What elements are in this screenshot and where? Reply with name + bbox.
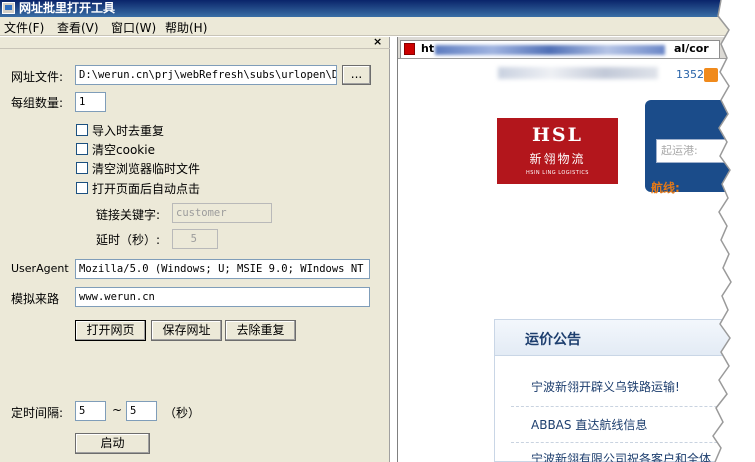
tab-title-start: ht (421, 42, 435, 55)
browser-tab[interactable]: ht al/cor (400, 40, 720, 58)
checkbox-auto-click[interactable] (76, 182, 88, 194)
menu-help[interactable]: 帮助(H) (165, 19, 207, 36)
checkbox-auto-click-label: 打开页面后自动点击 (92, 182, 201, 196)
close-icon[interactable]: × (373, 35, 382, 48)
checkbox-clear-cookie-label: 清空cookie (92, 143, 155, 157)
logo-main-text: HSL (531, 124, 584, 146)
interval-label: 定时间隔: (11, 406, 64, 420)
referer-label: 模拟来路 (11, 292, 60, 306)
useragent-label: UserAgent (11, 262, 69, 275)
checkbox-clear-temp-label: 清空浏览器临时文件 (92, 162, 201, 176)
remove-duplicates-button[interactable]: 去除重复 (225, 320, 296, 341)
browse-button[interactable]: ... (342, 65, 371, 85)
browser-view: ht al/cor 1352 HSL 新翎物流 HSIN LING LOGIST… (397, 37, 755, 462)
checkbox-clear-temp-files[interactable] (76, 162, 88, 174)
menu-file[interactable]: 文件(F) (4, 19, 44, 36)
company-logo: HSL 新翎物流 HSIN LING LOGISTICS (497, 118, 618, 184)
interval-unit: （秒） (164, 406, 201, 420)
referer-input[interactable]: www.werun.cn (75, 287, 370, 307)
notice-item-1[interactable]: 宁波新翎开辟义乌铁路运输! (531, 378, 680, 395)
logo-chinese-text: 新翎物流 (529, 152, 586, 166)
open-pages-button[interactable]: 打开网页 (75, 320, 146, 341)
panel-header: × (0, 35, 390, 49)
interval-to-input[interactable]: 5 (126, 401, 157, 421)
menu-window[interactable]: 窗口(W) (111, 19, 156, 36)
url-file-input[interactable]: D:\werun.cn\prj\webRefresh\subs\urlopen\… (75, 65, 337, 85)
notice-item-2[interactable]: ABBAS 直达航线信息 (531, 416, 647, 433)
window-title: 网址批里打开工具 (19, 1, 116, 15)
app-icon (2, 2, 15, 14)
start-button[interactable]: 启动 (75, 433, 150, 454)
page-favicon-icon (404, 43, 415, 55)
delay-label: 延时（秒）: (96, 233, 161, 247)
phone-number: 1352 (676, 68, 704, 81)
checkbox-clear-cookie[interactable] (76, 143, 88, 155)
link-keyword-input[interactable]: customer (172, 203, 272, 223)
delay-input[interactable]: 5 (172, 229, 218, 249)
blurred-header (498, 67, 658, 79)
interval-tilde: ~ (112, 403, 123, 417)
checkbox-dedupe-on-import[interactable] (76, 124, 88, 136)
group-count-label: 每组数量: (11, 96, 64, 110)
notice-item-3[interactable]: 宁波新翎有限公司祝各客户和全体 (531, 450, 711, 462)
menu-bar: 文件(F) 查看(V) 窗口(W) 帮助(H) (0, 17, 755, 36)
notice-title: 运价公告 (525, 332, 581, 348)
save-urls-button[interactable]: 保存网址 (151, 320, 222, 341)
checkbox-dedupe-label: 导入时去重复 (92, 124, 165, 138)
browser-tab-bar: ht al/cor (398, 37, 755, 59)
link-keyword-label: 链接关键字: (96, 208, 161, 222)
group-count-input[interactable]: 1 (75, 92, 106, 112)
useragent-input[interactable]: Mozilla/5.0 (Windows; U; MSIE 9.0; WIndo… (75, 259, 370, 279)
menu-view[interactable]: 查看(V) (57, 19, 99, 36)
url-file-label: 网址文件: (11, 70, 64, 84)
settings-panel: × 网址文件: D:\werun.cn\prj\webRefresh\subs\… (0, 35, 390, 462)
route-label: 航线: (651, 181, 680, 195)
interval-from-input[interactable]: 5 (75, 401, 106, 421)
title-bar: 网址批里打开工具 (0, 0, 755, 17)
logo-english-text: HSIN LING LOGISTICS (526, 170, 589, 176)
blurred-url (435, 45, 665, 55)
torn-edge-decoration (712, 0, 755, 462)
